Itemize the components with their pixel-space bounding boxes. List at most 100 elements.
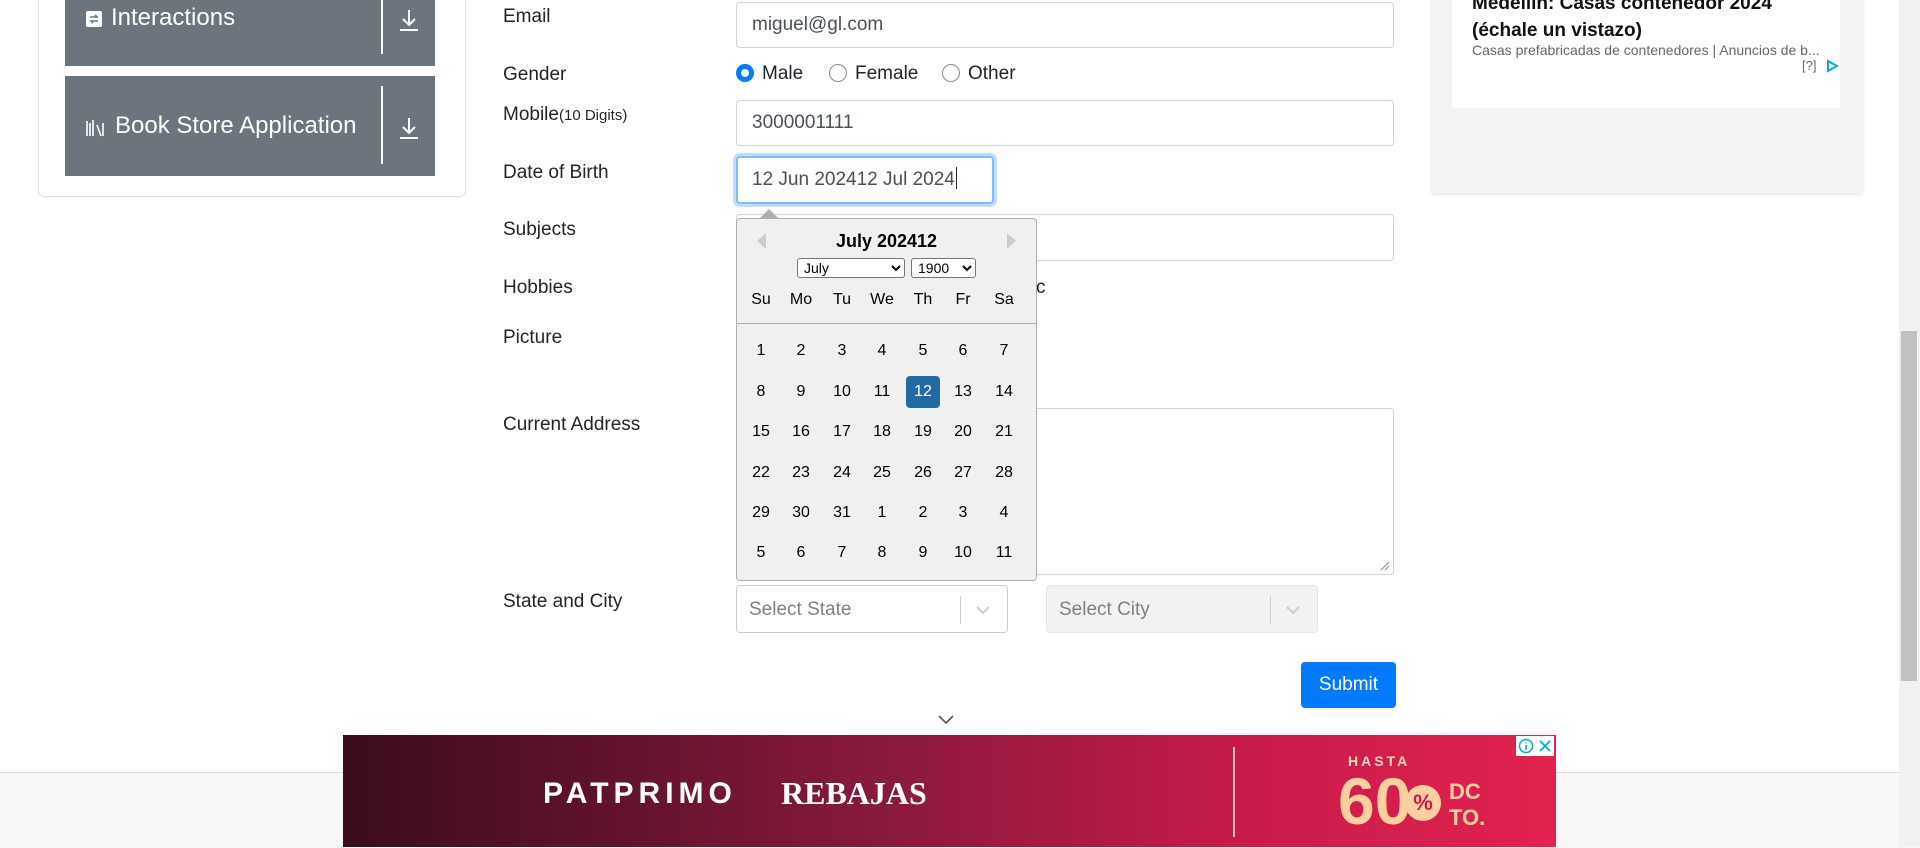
sidebar-group-label: Book Store Application bbox=[115, 112, 357, 139]
datepicker-day[interactable]: 26 bbox=[906, 457, 940, 489]
month-select[interactable]: July bbox=[797, 258, 905, 278]
mobile-field[interactable]: 3000001111 bbox=[736, 100, 1394, 146]
submit-button[interactable]: Submit bbox=[1301, 662, 1396, 708]
email-label: Email bbox=[503, 6, 551, 27]
datepicker-day[interactable]: 31 bbox=[825, 497, 859, 529]
datepicker-day[interactable]: 17 bbox=[825, 416, 859, 448]
ad-discount-number: 60 bbox=[1338, 764, 1412, 838]
datepicker-day[interactable]: 5 bbox=[906, 335, 940, 367]
state-placeholder: Select State bbox=[749, 599, 852, 620]
ad-title-line2: (échale un vistazo) bbox=[1472, 20, 1642, 41]
hobby-label-partial[interactable]: c bbox=[1036, 277, 1046, 299]
divider bbox=[1233, 747, 1235, 837]
sidebar-group-interactions[interactable]: Interactions bbox=[65, 0, 435, 66]
chevron-down-icon[interactable] bbox=[1283, 600, 1303, 620]
radio-circle[interactable] bbox=[942, 64, 960, 82]
datepicker-day[interactable]: 13 bbox=[946, 376, 980, 408]
download-icon[interactable] bbox=[395, 6, 423, 36]
ad-dc: DC bbox=[1449, 779, 1481, 804]
datepicker-day[interactable]: 1 bbox=[865, 497, 899, 529]
chevron-down-icon[interactable] bbox=[936, 714, 956, 726]
datepicker-day[interactable]: 24 bbox=[825, 457, 859, 489]
datepicker-day[interactable]: 10 bbox=[946, 537, 980, 569]
email-field[interactable]: miguel@gl.com bbox=[736, 2, 1394, 48]
gender-label: Gender bbox=[503, 64, 567, 85]
radio-label: Male bbox=[762, 63, 804, 84]
current-address-label: Current Address bbox=[503, 414, 641, 435]
gender-radio-other[interactable]: Other bbox=[942, 63, 1016, 85]
datepicker-day[interactable]: 9 bbox=[906, 537, 940, 569]
datepicker-day[interactable]: 6 bbox=[946, 335, 980, 367]
ad-banner-bottom[interactable]: PATPRIMO REBAJAS HASTA 60 % DC TO. bbox=[343, 735, 1556, 847]
ad-banner-top[interactable]: Medellín: Casas contenedor 2024 (échale … bbox=[1432, 0, 1862, 193]
weekday-label: Su bbox=[751, 291, 771, 308]
close-icon[interactable] bbox=[1537, 738, 1553, 754]
datepicker-day[interactable]: 1 bbox=[744, 335, 778, 367]
adchoices-icon[interactable] bbox=[1825, 59, 1839, 73]
datepicker-day[interactable]: 3 bbox=[825, 335, 859, 367]
weekday-label: Tu bbox=[832, 291, 852, 308]
download-icon[interactable] bbox=[395, 114, 423, 144]
datepicker-day[interactable]: 18 bbox=[865, 416, 899, 448]
datepicker-day[interactable]: 15 bbox=[744, 416, 778, 448]
scrollbar-thumb[interactable] bbox=[1901, 331, 1917, 681]
gender-radio-female[interactable]: Female bbox=[829, 63, 918, 85]
datepicker-day[interactable]: 2 bbox=[784, 335, 818, 367]
datepicker-day[interactable]: 27 bbox=[946, 457, 980, 489]
ad-dcto: DC TO. bbox=[1449, 779, 1485, 831]
ad-subtitle[interactable]: Casas prefabricadas de contenedores | An… bbox=[1472, 42, 1820, 58]
datepicker-day[interactable]: 21 bbox=[987, 416, 1021, 448]
datepicker-day[interactable]: 2 bbox=[906, 497, 940, 529]
mobile-label: Mobile(10 Digits) bbox=[503, 104, 627, 126]
info-icon[interactable] bbox=[1518, 738, 1534, 754]
ad-title[interactable]: Medellín: Casas contenedor 2024 (échale … bbox=[1472, 0, 1772, 44]
datepicker-day[interactable]: 14 bbox=[987, 376, 1021, 408]
datepicker-day[interactable]: 8 bbox=[865, 537, 899, 569]
datepicker-day[interactable]: 28 bbox=[987, 457, 1021, 489]
datepicker-day[interactable]: 12 bbox=[906, 376, 940, 408]
datepicker-day[interactable]: 16 bbox=[784, 416, 818, 448]
sidebar-group-book-store[interactable]: Book Store Application bbox=[65, 76, 435, 176]
datepicker-day[interactable]: 4 bbox=[987, 497, 1021, 529]
radio-circle[interactable] bbox=[736, 64, 754, 82]
datepicker-day[interactable]: 11 bbox=[987, 537, 1021, 569]
ad-card[interactable]: Medellín: Casas contenedor 2024 (échale … bbox=[1452, 0, 1840, 108]
datepicker-pointer bbox=[760, 209, 778, 218]
dob-label: Date of Birth bbox=[503, 162, 609, 183]
datepicker-day[interactable]: 22 bbox=[744, 457, 778, 489]
datepicker-day[interactable]: 30 bbox=[784, 497, 818, 529]
resize-handle-icon[interactable] bbox=[1380, 561, 1390, 571]
datepicker-day[interactable]: 29 bbox=[744, 497, 778, 529]
state-city-label: State and City bbox=[503, 591, 623, 612]
datepicker-day[interactable]: 19 bbox=[906, 416, 940, 448]
weekday-label: Fr bbox=[955, 291, 971, 308]
datepicker-day[interactable]: 10 bbox=[825, 376, 859, 408]
datepicker-day[interactable]: 11 bbox=[865, 376, 899, 408]
datepicker-day[interactable]: 5 bbox=[744, 537, 778, 569]
year-select[interactable]: 1900 bbox=[911, 258, 976, 278]
mobile-hint: (10 Digits) bbox=[558, 107, 628, 124]
weekday-label: Th bbox=[913, 291, 933, 308]
ad-help-link[interactable]: [?] bbox=[1802, 58, 1816, 73]
radio-circle[interactable] bbox=[829, 64, 847, 82]
datepicker-day[interactable]: 6 bbox=[784, 537, 818, 569]
datepicker-day[interactable]: 9 bbox=[784, 376, 818, 408]
chevron-down-icon[interactable] bbox=[973, 600, 993, 620]
next-month-icon[interactable] bbox=[1007, 233, 1016, 249]
datepicker-day[interactable]: 7 bbox=[987, 335, 1021, 367]
dob-input[interactable]: 12 Jun 202412 Jul 2024 bbox=[736, 156, 994, 204]
interactions-icon bbox=[86, 10, 102, 27]
datepicker-day[interactable]: 25 bbox=[865, 457, 899, 489]
ad-to: TO. bbox=[1449, 805, 1486, 830]
datepicker-day[interactable]: 23 bbox=[784, 457, 818, 489]
datepicker: July 202412 July 1900 Su Mo Tu We Th Fr Sa 123… bbox=[736, 218, 1037, 581]
datepicker-day[interactable]: 20 bbox=[946, 416, 980, 448]
datepicker-day[interactable]: 3 bbox=[946, 497, 980, 529]
gender-radio-male[interactable]: Male bbox=[736, 63, 803, 85]
city-select[interactable]: Select City bbox=[1046, 585, 1318, 633]
subjects-label: Subjects bbox=[503, 219, 576, 240]
state-select[interactable]: Select State bbox=[736, 585, 1008, 633]
datepicker-day[interactable]: 8 bbox=[744, 376, 778, 408]
datepicker-day[interactable]: 4 bbox=[865, 335, 899, 367]
datepicker-day[interactable]: 7 bbox=[825, 537, 859, 569]
